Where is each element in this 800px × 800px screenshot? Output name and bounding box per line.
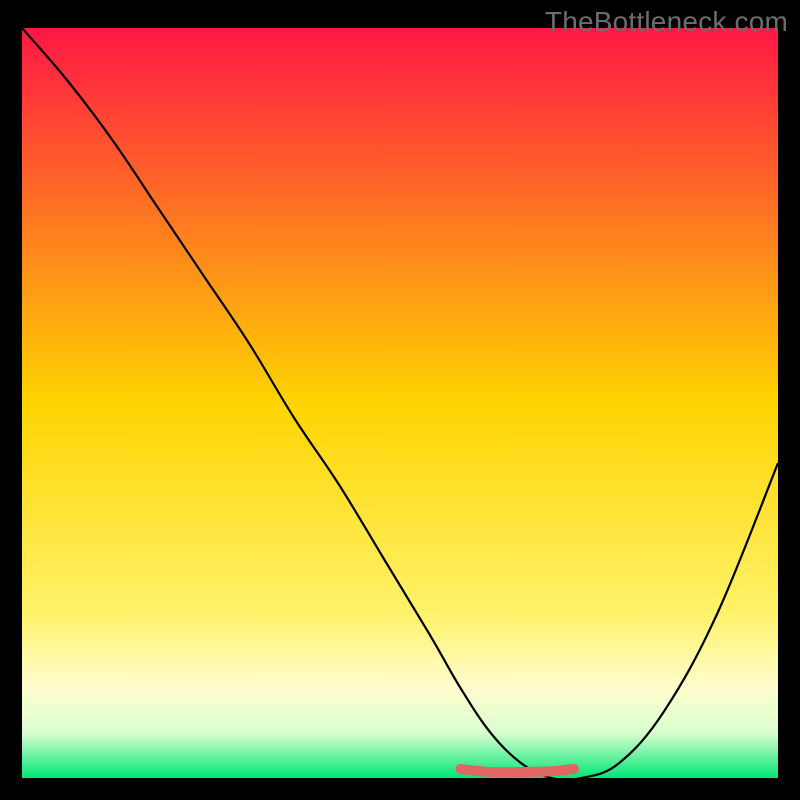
watermark-text: TheBottleneck.com [545, 6, 788, 38]
optimal-band-marker [460, 769, 573, 772]
plot-area [22, 28, 778, 778]
chart-frame: TheBottleneck.com [0, 0, 800, 800]
gradient-background [22, 28, 778, 778]
bottleneck-chart [22, 28, 778, 778]
